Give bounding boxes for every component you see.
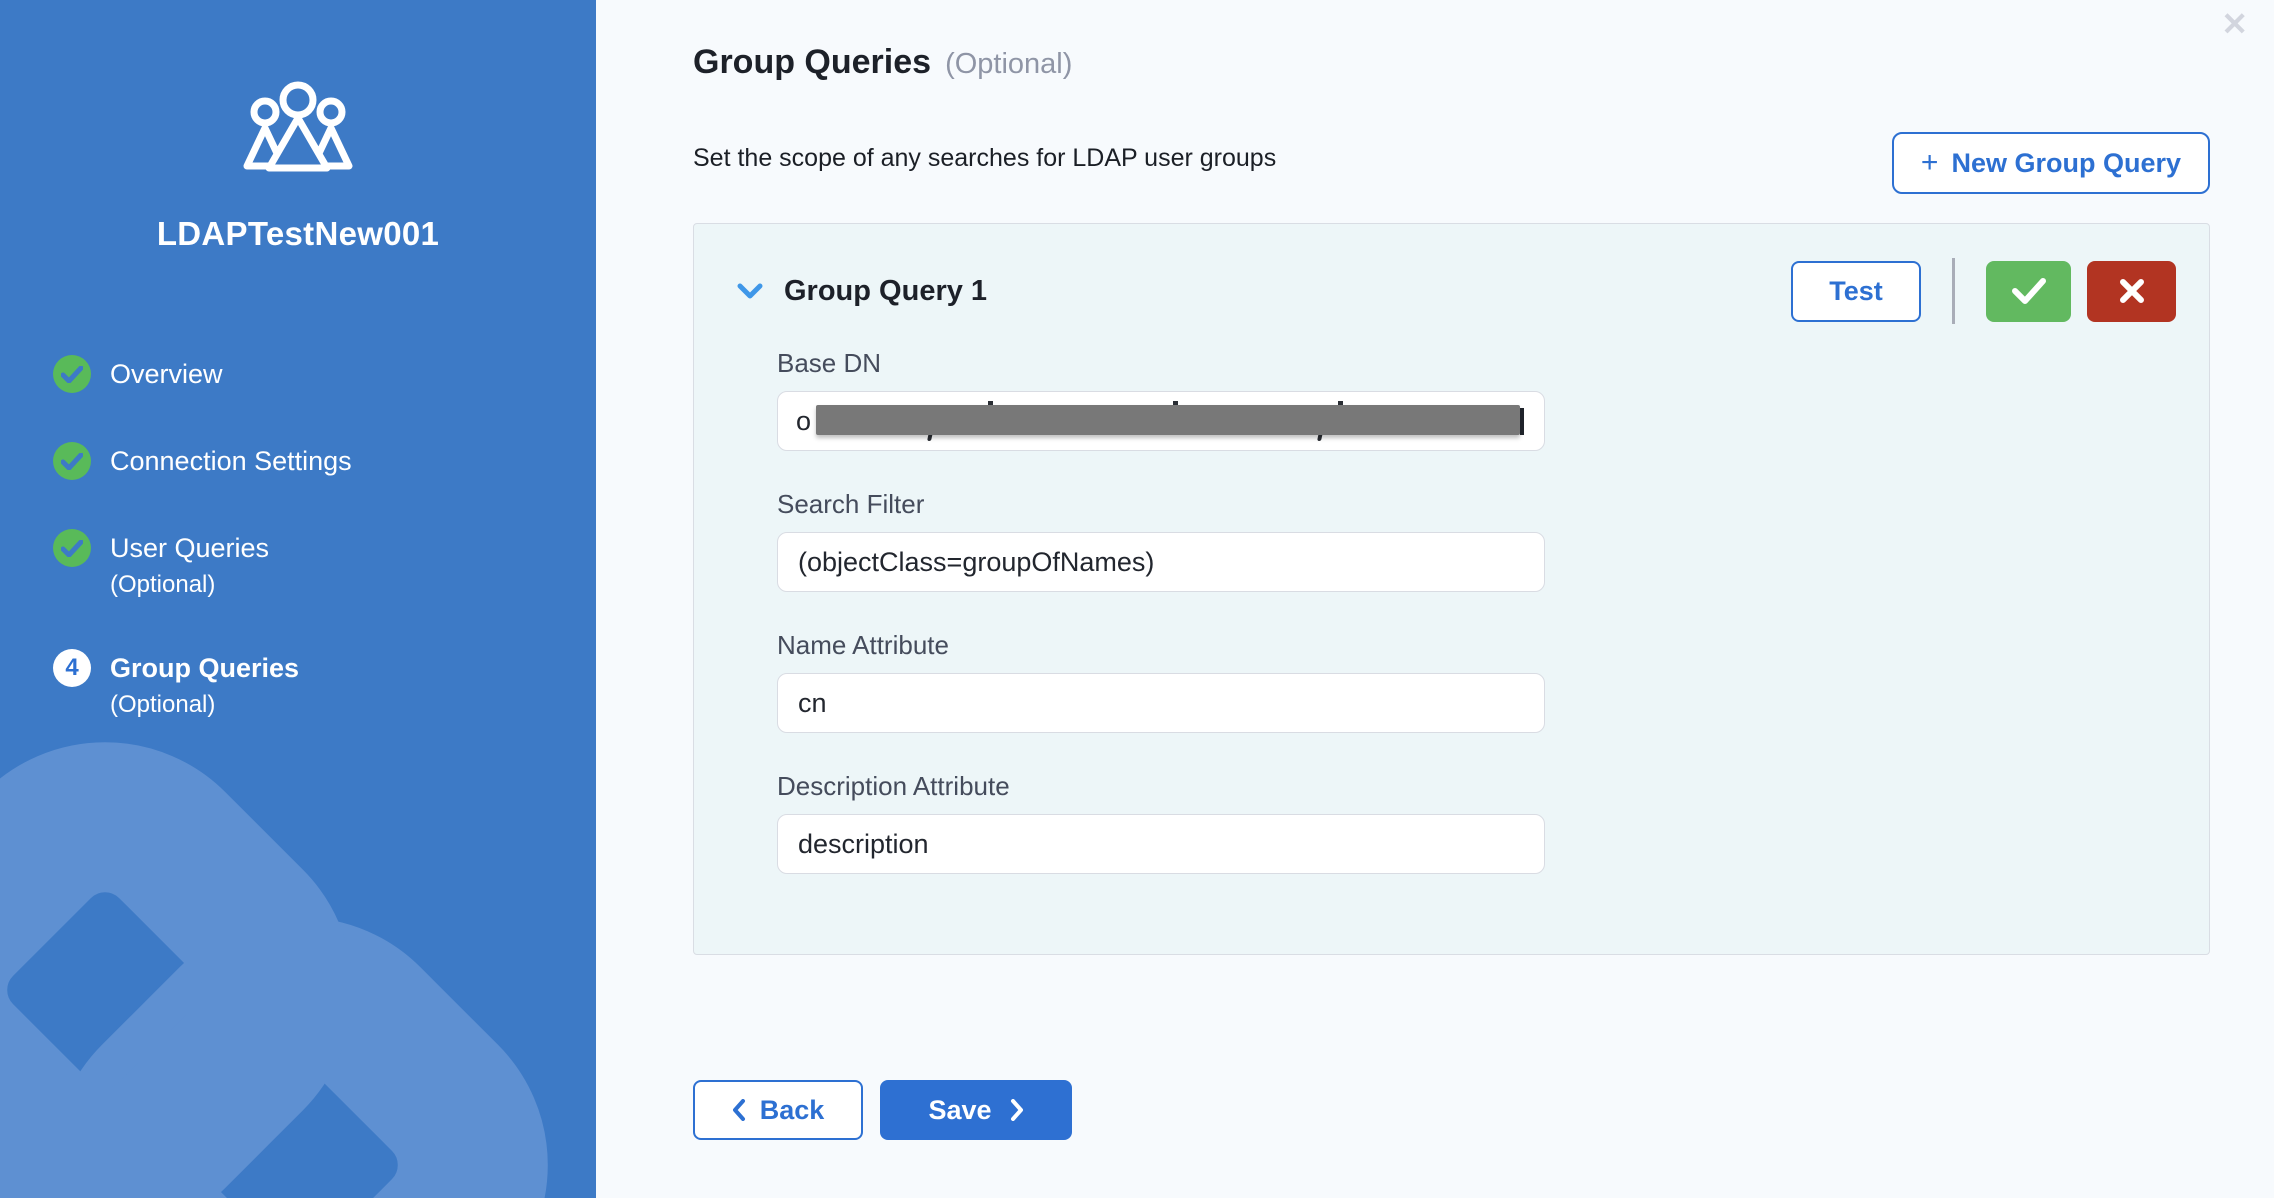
step-number-badge: 4 [53, 649, 91, 687]
wizard-footer: Back Save [693, 1080, 2210, 1140]
name-attribute-label: Name Attribute [777, 630, 1545, 660]
new-group-query-button[interactable]: + New Group Query [1892, 132, 2210, 194]
name-attribute-input[interactable] [777, 673, 1545, 733]
save-button[interactable]: Save [880, 1080, 1072, 1140]
wizard-steps: Overview Connection Settings [0, 355, 596, 720]
delete-button[interactable] [2087, 261, 2176, 322]
redacted-glyph-fragment [1520, 408, 1524, 435]
page-header: Group Queries (Optional) [693, 0, 2210, 84]
connection-name: LDAPTestNew001 [0, 215, 596, 253]
chevron-left-icon [732, 1099, 746, 1121]
test-button[interactable]: Test [1791, 261, 1921, 322]
controls-divider [1952, 258, 1955, 324]
step-complete-icon [53, 442, 91, 480]
base-dn-input[interactable]: o [777, 391, 1545, 451]
ldap-wizard-modal: LDAPTestNew001 Overview [0, 0, 2274, 1198]
back-label: Back [760, 1095, 825, 1126]
group-query-card-header: Group Query 1 Test [694, 224, 2209, 324]
step-label: Overview [110, 355, 223, 393]
step-label: Connection Settings [110, 442, 352, 480]
user-group-icon [235, 78, 361, 174]
wizard-sidebar: LDAPTestNew001 Overview [0, 0, 596, 1198]
back-button[interactable]: Back [693, 1080, 863, 1140]
redaction-bar [816, 405, 1520, 435]
description-attribute-input[interactable] [777, 814, 1545, 874]
close-icon[interactable]: ✕ [2221, 8, 2248, 40]
group-query-card: Group Query 1 Test [693, 223, 2210, 955]
step-sublabel: (Optional) [110, 570, 269, 600]
main-panel: ✕ Group Queries (Optional) Set the scope… [596, 0, 2274, 1198]
step-user-queries[interactable]: User Queries (Optional) [53, 529, 596, 600]
new-group-query-label: New Group Query [1951, 148, 2181, 179]
group-query-fields: Base DN o Search Filter Name Attribute D… [777, 348, 1545, 874]
description-attribute-label: Description Attribute [777, 771, 1545, 801]
group-query-controls: Test [1791, 258, 2176, 324]
sidebar-header: LDAPTestNew001 [0, 0, 596, 253]
page-title-suffix: (Optional) [945, 48, 1072, 81]
chevron-down-icon [737, 283, 763, 300]
step-overview[interactable]: Overview [53, 355, 596, 393]
step-complete-icon [53, 529, 91, 567]
step-label: User Queries [110, 529, 269, 567]
check-icon [2012, 278, 2046, 304]
chevron-right-icon [1010, 1099, 1024, 1121]
step-connection-settings[interactable]: Connection Settings [53, 442, 596, 480]
plus-icon: + [1921, 148, 1939, 178]
base-dn-label: Base DN [777, 348, 1545, 378]
step-label: Group Queries [110, 649, 299, 687]
search-filter-label: Search Filter [777, 489, 1545, 519]
search-filter-input[interactable] [777, 532, 1545, 592]
x-icon [2119, 278, 2145, 304]
collapse-toggle[interactable] [737, 283, 763, 300]
save-label: Save [928, 1095, 991, 1126]
page-title: Group Queries [693, 40, 931, 84]
group-query-title: Group Query 1 [784, 275, 987, 308]
base-dn-visible-text: o [796, 406, 811, 437]
step-group-queries[interactable]: 4 Group Queries (Optional) [53, 649, 596, 720]
confirm-button[interactable] [1986, 261, 2071, 322]
step-sublabel: (Optional) [110, 690, 299, 720]
step-complete-icon [53, 355, 91, 393]
